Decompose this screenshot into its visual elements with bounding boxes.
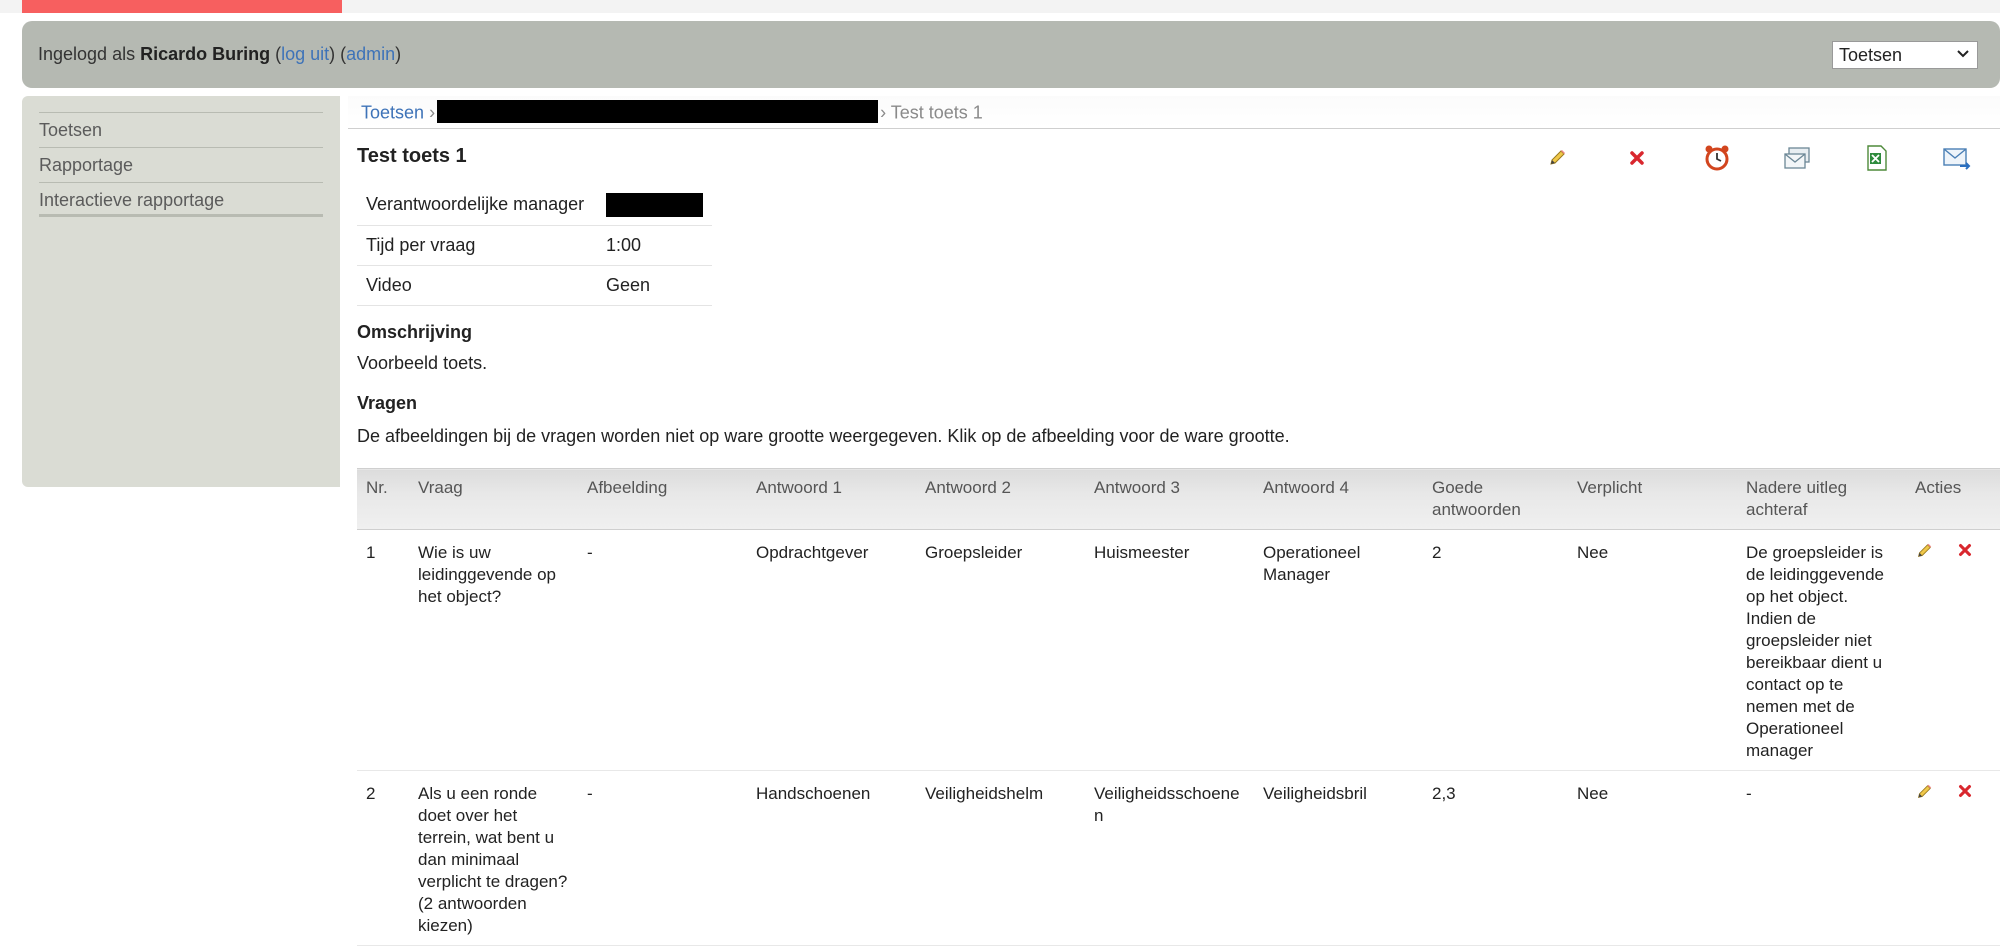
cell-goede-antwoorden: 2,3 xyxy=(1423,770,1568,946)
cell-acties xyxy=(1906,529,2000,771)
table-row: 1 Wie is uw leidinggevende op het object… xyxy=(357,529,2000,771)
module-select[interactable]: Toetsen xyxy=(1832,41,1978,69)
sidebar-item-rapportage[interactable]: Rapportage xyxy=(39,147,323,182)
cell-antwoord-4: Operationeel Manager xyxy=(1254,529,1423,771)
cell-goede-antwoorden: 2 xyxy=(1423,529,1568,771)
column-header: Antwoord 3 xyxy=(1085,468,1254,530)
mail-invitations-button[interactable] xyxy=(1783,144,1811,172)
cell-nr: 2 xyxy=(357,770,409,946)
cell-uitleg: De groepsleider is de leidinggevende op … xyxy=(1737,529,1906,771)
cell-afbeelding: - xyxy=(578,529,747,771)
details-key: Tijd per vraag xyxy=(357,225,597,266)
sidebar: Toetsen Rapportage Interactieve rapporta… xyxy=(22,96,340,487)
admin-link[interactable]: admin xyxy=(346,44,395,64)
cell-antwoord-1: Handschoenen xyxy=(747,770,916,946)
cell-antwoord-4: Veiligheidsbril xyxy=(1254,770,1423,946)
pencil-icon xyxy=(1547,148,1567,168)
pencil-icon xyxy=(1915,784,1933,805)
schedule-button[interactable] xyxy=(1703,144,1731,172)
column-header: Antwoord 4 xyxy=(1254,468,1423,530)
column-header: Goede antwoorden xyxy=(1423,468,1568,530)
details-value-manager xyxy=(597,185,712,226)
breadcrumb: Toetsen › › Test toets 1 xyxy=(361,100,983,125)
details-row: Video Geen xyxy=(357,265,712,306)
cell-antwoord-2: Veiligheidshelm xyxy=(916,770,1085,946)
sidebar-menu: Toetsen Rapportage Interactieve rapporta… xyxy=(39,112,323,217)
redacted-manager xyxy=(606,192,703,217)
edit-question-button[interactable] xyxy=(1915,542,1935,562)
user-bar: Ingelogd als Ricardo Buring (log uit) (a… xyxy=(22,21,2000,88)
details-value: 1:00 xyxy=(597,225,712,266)
cell-antwoord-3: Veiligheidsschoenen xyxy=(1085,770,1254,946)
questions-table: Nr. Vraag Afbeelding Antwoord 1 Antwoord… xyxy=(357,468,2000,946)
delete-icon xyxy=(1957,784,1973,803)
cell-antwoord-2: Groepsleider xyxy=(916,529,1085,771)
questions-heading: Vragen xyxy=(357,393,418,413)
details-key: Verantwoordelijke manager xyxy=(357,185,597,226)
column-header: Afbeelding xyxy=(578,468,747,530)
delete-question-button[interactable] xyxy=(1957,783,1977,803)
redacted-breadcrumb xyxy=(437,100,879,123)
delete-test-button[interactable] xyxy=(1623,144,1651,172)
send-mail-icon xyxy=(1942,144,1972,172)
cell-vraag: Als u een ronde doet over het terrein, w… xyxy=(409,770,578,946)
column-header: Acties xyxy=(1906,468,2000,530)
details-key: Video xyxy=(357,265,597,306)
sidebar-item-toetsen[interactable]: Toetsen xyxy=(39,112,323,147)
breadcrumb-bar: Toetsen › › Test toets 1 xyxy=(348,96,2000,129)
page-title: Test toets 1 xyxy=(357,145,467,167)
cell-verplicht: Nee xyxy=(1568,770,1737,946)
table-row: 2 Als u een ronde doet over het terrein,… xyxy=(357,770,2000,946)
envelopes-icon xyxy=(1783,145,1811,171)
column-header: Nadere uitleg achteraf xyxy=(1737,468,1906,530)
column-header: Vraag xyxy=(409,468,578,530)
alarm-clock-icon xyxy=(1703,144,1731,172)
export-excel-button[interactable] xyxy=(1863,144,1891,172)
breadcrumb-separator: › xyxy=(429,102,436,123)
description-text: Voorbeeld toets. xyxy=(357,353,488,373)
description-heading: Omschrijving xyxy=(357,322,473,342)
cell-antwoord-3: Huismeester xyxy=(1085,529,1254,771)
breadcrumb-separator: › xyxy=(880,102,887,123)
login-prefix: Ingelogd als xyxy=(38,44,141,64)
excel-icon xyxy=(1865,144,1889,172)
details-value: Geen xyxy=(597,265,712,306)
cell-uitleg: - xyxy=(1737,770,1906,946)
delete-icon xyxy=(1957,543,1973,562)
breadcrumb-link-toetsen[interactable]: Toetsen xyxy=(361,102,424,122)
breadcrumb-current: Test toets 1 xyxy=(890,102,983,123)
logout-link[interactable]: log uit xyxy=(281,44,329,64)
cell-acties xyxy=(1906,770,2000,946)
column-header: Nr. xyxy=(357,468,409,530)
column-header: Antwoord 1 xyxy=(747,468,916,530)
cell-antwoord-1: Opdrachtgever xyxy=(747,529,916,771)
details-row: Tijd per vraag 1:00 xyxy=(357,225,712,266)
cell-nr: 1 xyxy=(357,529,409,771)
edit-question-button[interactable] xyxy=(1915,783,1935,803)
questions-note: De afbeeldingen bij de vragen worden nie… xyxy=(357,426,1290,446)
user-name: Ricardo Buring xyxy=(140,44,271,64)
column-header: Verplicht xyxy=(1568,468,1737,530)
delete-question-button[interactable] xyxy=(1957,542,1977,562)
cell-vraag: Wie is uw leidinggevende op het object? xyxy=(409,529,578,771)
send-mail-button[interactable] xyxy=(1943,144,1971,172)
details-table: Verantwoordelijke manager Tijd per vraag… xyxy=(357,185,712,306)
pencil-icon xyxy=(1915,543,1933,564)
details-row: Verantwoordelijke manager xyxy=(357,185,712,226)
cell-afbeelding: - xyxy=(578,770,747,946)
top-accent-bar xyxy=(22,0,342,13)
cell-verplicht: Nee xyxy=(1568,529,1737,771)
login-info: Ingelogd als Ricardo Buring (log uit) (a… xyxy=(38,44,402,64)
edit-test-button[interactable] xyxy=(1543,144,1571,172)
delete-icon xyxy=(1628,149,1646,167)
sidebar-item-interactieve-rapportage[interactable]: Interactieve rapportage xyxy=(39,182,323,217)
table-header-row: Nr. Vraag Afbeelding Antwoord 1 Antwoord… xyxy=(357,468,2000,530)
column-header: Antwoord 2 xyxy=(916,468,1085,530)
top-strip xyxy=(0,0,2015,13)
